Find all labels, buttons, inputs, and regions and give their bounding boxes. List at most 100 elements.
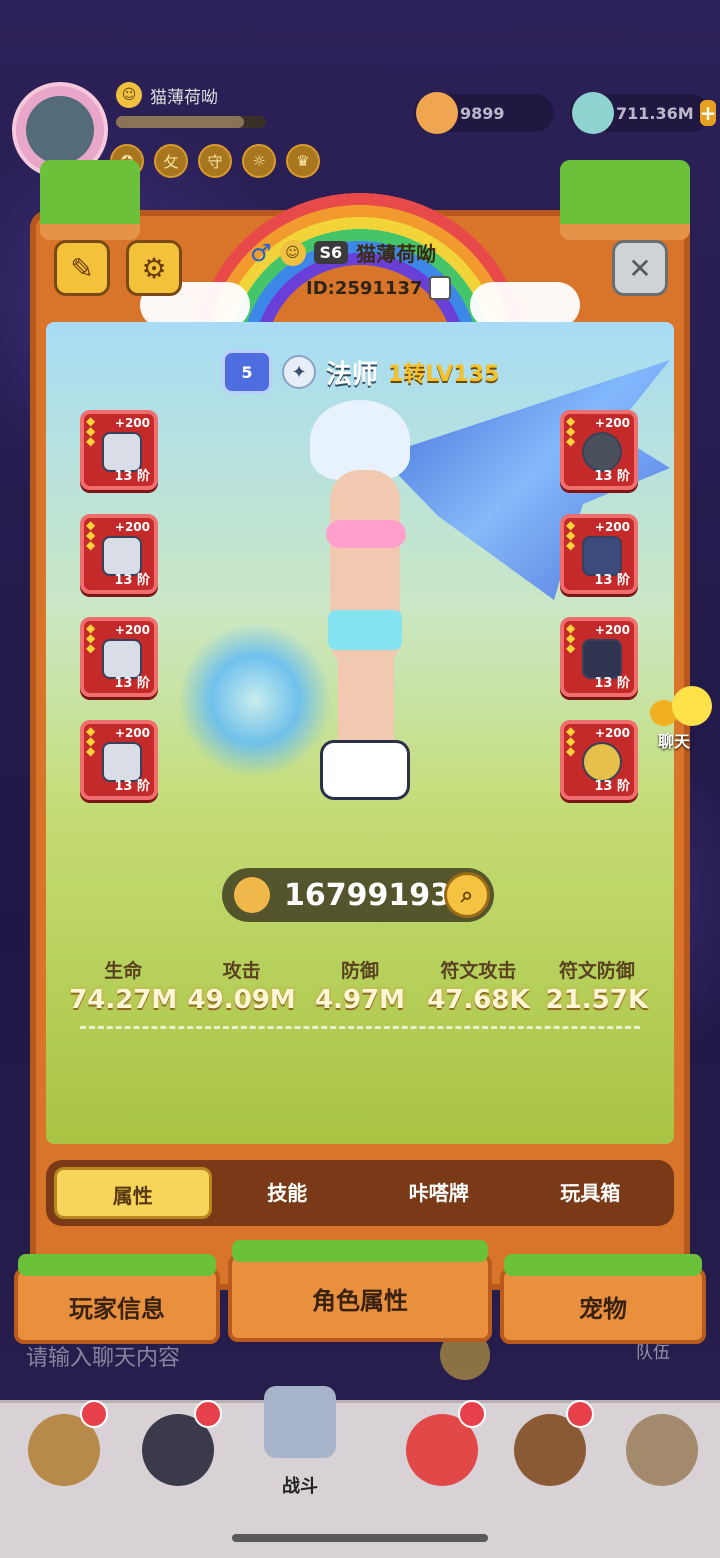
tier-label: 13 阶	[114, 469, 150, 484]
battle-sword-icon	[264, 1386, 336, 1458]
badge-icon[interactable]: ☼	[242, 144, 276, 178]
stat-label: 防御	[341, 960, 380, 982]
stat-label: 符文防御	[558, 960, 635, 982]
copy-id-icon[interactable]	[428, 276, 451, 300]
season-badge: S6	[313, 241, 349, 264]
equip-slot-weapon[interactable]: ◆ ◆ ◆ +200 13 阶	[80, 410, 158, 490]
badge-icon[interactable]: 攵	[154, 144, 188, 178]
nav-hero-4[interactable]	[500, 1400, 600, 1500]
side-chat-button[interactable]: 聊天	[650, 686, 716, 756]
stat-attack: 攻击 49.09M	[182, 956, 300, 1015]
avatar-face	[26, 96, 94, 164]
side-chat-label: 聊天	[658, 732, 691, 751]
stats-divider	[80, 1026, 640, 1029]
experience-bar-fill	[116, 116, 244, 128]
tab-cards[interactable]: 咔嗒牌	[363, 1167, 515, 1219]
resource-pill-gems[interactable]: 711.36M +	[570, 92, 717, 134]
power-detail-search-button[interactable]: ⌕	[444, 872, 490, 918]
star-icon: ◆ ◆ ◆	[566, 621, 576, 655]
equip-slot-helmet[interactable]: ◆ ◆ ◆ +200 13 阶	[560, 410, 638, 490]
tab-player-info[interactable]: 玩家信息	[14, 1254, 220, 1344]
notification-bell-icon	[194, 1400, 222, 1428]
tab-pets-label: 宠物	[579, 1294, 627, 1323]
star-icon: ◆ ◆ ◆	[86, 414, 96, 448]
badge-icon[interactable]: ♛	[286, 144, 320, 178]
tab-pets[interactable]: 宠物	[500, 1254, 706, 1344]
detail-tabs: 属性 技能 咔嗒牌 玩具箱	[46, 1160, 674, 1226]
star-icon: ◆ ◆ ◆	[566, 414, 576, 448]
character-hair	[310, 400, 410, 480]
stat-label: 生命	[104, 960, 143, 982]
tab-toybox[interactable]: 玩具箱	[515, 1167, 667, 1219]
enhance-level: +200	[114, 623, 150, 637]
equip-slot-ring[interactable]: ◆ ◆ ◆ +200 13 阶	[80, 720, 158, 800]
nav-hero-3[interactable]	[392, 1400, 492, 1500]
resource1-value: 9899	[460, 103, 505, 123]
star-icon: ◆ ◆ ◆	[86, 724, 96, 758]
grass-decoration-right	[560, 160, 690, 240]
tab-attributes[interactable]: 属性	[54, 1167, 212, 1219]
player-id: ID:2591137	[306, 277, 423, 299]
stat-label: 符文攻击	[440, 960, 517, 982]
star-icon: ◆ ◆ ◆	[86, 518, 96, 552]
enhance-level: +200	[114, 416, 150, 430]
notes-button[interactable]: ✎	[54, 240, 110, 296]
profile-name: 猫薄荷呦	[356, 242, 437, 266]
close-button[interactable]: ✕	[612, 240, 668, 296]
stat-hp: 生命 74.27M	[64, 956, 182, 1015]
stat-label: 攻击	[222, 960, 261, 982]
character-model[interactable]	[290, 400, 440, 810]
character-shorts	[328, 610, 402, 650]
notification-bell-icon	[458, 1400, 486, 1428]
stat-value: 4.97M	[315, 985, 406, 1015]
tier-label: 13 阶	[594, 676, 630, 691]
nav-hero-5[interactable]	[612, 1400, 712, 1500]
star-icon: ◆ ◆ ◆	[566, 518, 576, 552]
settings-button[interactable]: ⚙	[126, 240, 182, 296]
mage-class-icon: ✦	[282, 355, 316, 389]
gem-icon	[572, 92, 614, 134]
class-level: 1转LV135	[388, 362, 500, 387]
profile-title-row: ♂ ☺ S6 猫薄荷呦	[250, 238, 436, 267]
combat-power: 167991934 ⌕	[222, 868, 494, 922]
enhance-level: +200	[594, 416, 630, 430]
emoji-face-icon: ☺	[116, 82, 142, 108]
badge-icon[interactable]: 守	[198, 144, 232, 178]
nav-battle[interactable]	[250, 1372, 350, 1472]
equip-slot-gloves[interactable]: ◆ ◆ ◆ +200 13 阶	[560, 617, 638, 697]
character-shoes	[320, 740, 410, 800]
stat-value: 21.57K	[545, 985, 649, 1015]
resource-pill-coins[interactable]: 9899	[414, 92, 554, 134]
tier-label: 13 阶	[114, 779, 150, 794]
equip-slot-necklace[interactable]: ◆ ◆ ◆ +200 13 阶	[560, 720, 638, 800]
stat-defense: 防御 4.97M	[301, 956, 419, 1015]
resource2-value: 711.36M	[616, 103, 694, 123]
notification-bell-icon	[566, 1400, 594, 1428]
equip-slot-armor[interactable]: ◆ ◆ ◆ +200 13 阶	[560, 514, 638, 594]
star-icon: ◆ ◆ ◆	[86, 621, 96, 655]
hud-badges: ✪ 攵 守 ☼ ♛	[110, 144, 320, 178]
enhance-level: +200	[594, 520, 630, 534]
equip-slot-offhand[interactable]: ◆ ◆ ◆ +200 13 阶	[80, 514, 158, 594]
stat-rune-defense: 符文防御 21.57K	[538, 956, 656, 1015]
tab-skills[interactable]: 技能	[212, 1167, 364, 1219]
chat-face-icon	[672, 686, 712, 726]
nav-battle-label: 战斗	[282, 1476, 318, 1497]
tier-label: 13 阶	[594, 779, 630, 794]
enhance-level: +200	[114, 726, 150, 740]
class-row: 5 ✦ 法师 1转LV135	[222, 350, 499, 394]
nav-hero-1[interactable]	[14, 1400, 114, 1500]
enhance-level: +200	[594, 726, 630, 740]
arm-strength-icon	[234, 877, 270, 913]
rank-badge[interactable]: 5	[222, 350, 272, 394]
stat-rune-attack: 符文攻击 47.68K	[419, 956, 537, 1015]
equip-slot-boots[interactable]: ◆ ◆ ◆ +200 13 阶	[80, 617, 158, 697]
class-name: 法师	[326, 359, 379, 390]
experience-bar	[116, 116, 266, 128]
enhance-level: +200	[114, 520, 150, 534]
tier-label: 13 阶	[114, 676, 150, 691]
tab-character-attributes[interactable]: 角色属性	[228, 1240, 492, 1342]
add-resource-button[interactable]: +	[699, 100, 717, 126]
stat-value: 47.68K	[427, 985, 530, 1015]
nav-hero-2[interactable]	[128, 1400, 228, 1500]
